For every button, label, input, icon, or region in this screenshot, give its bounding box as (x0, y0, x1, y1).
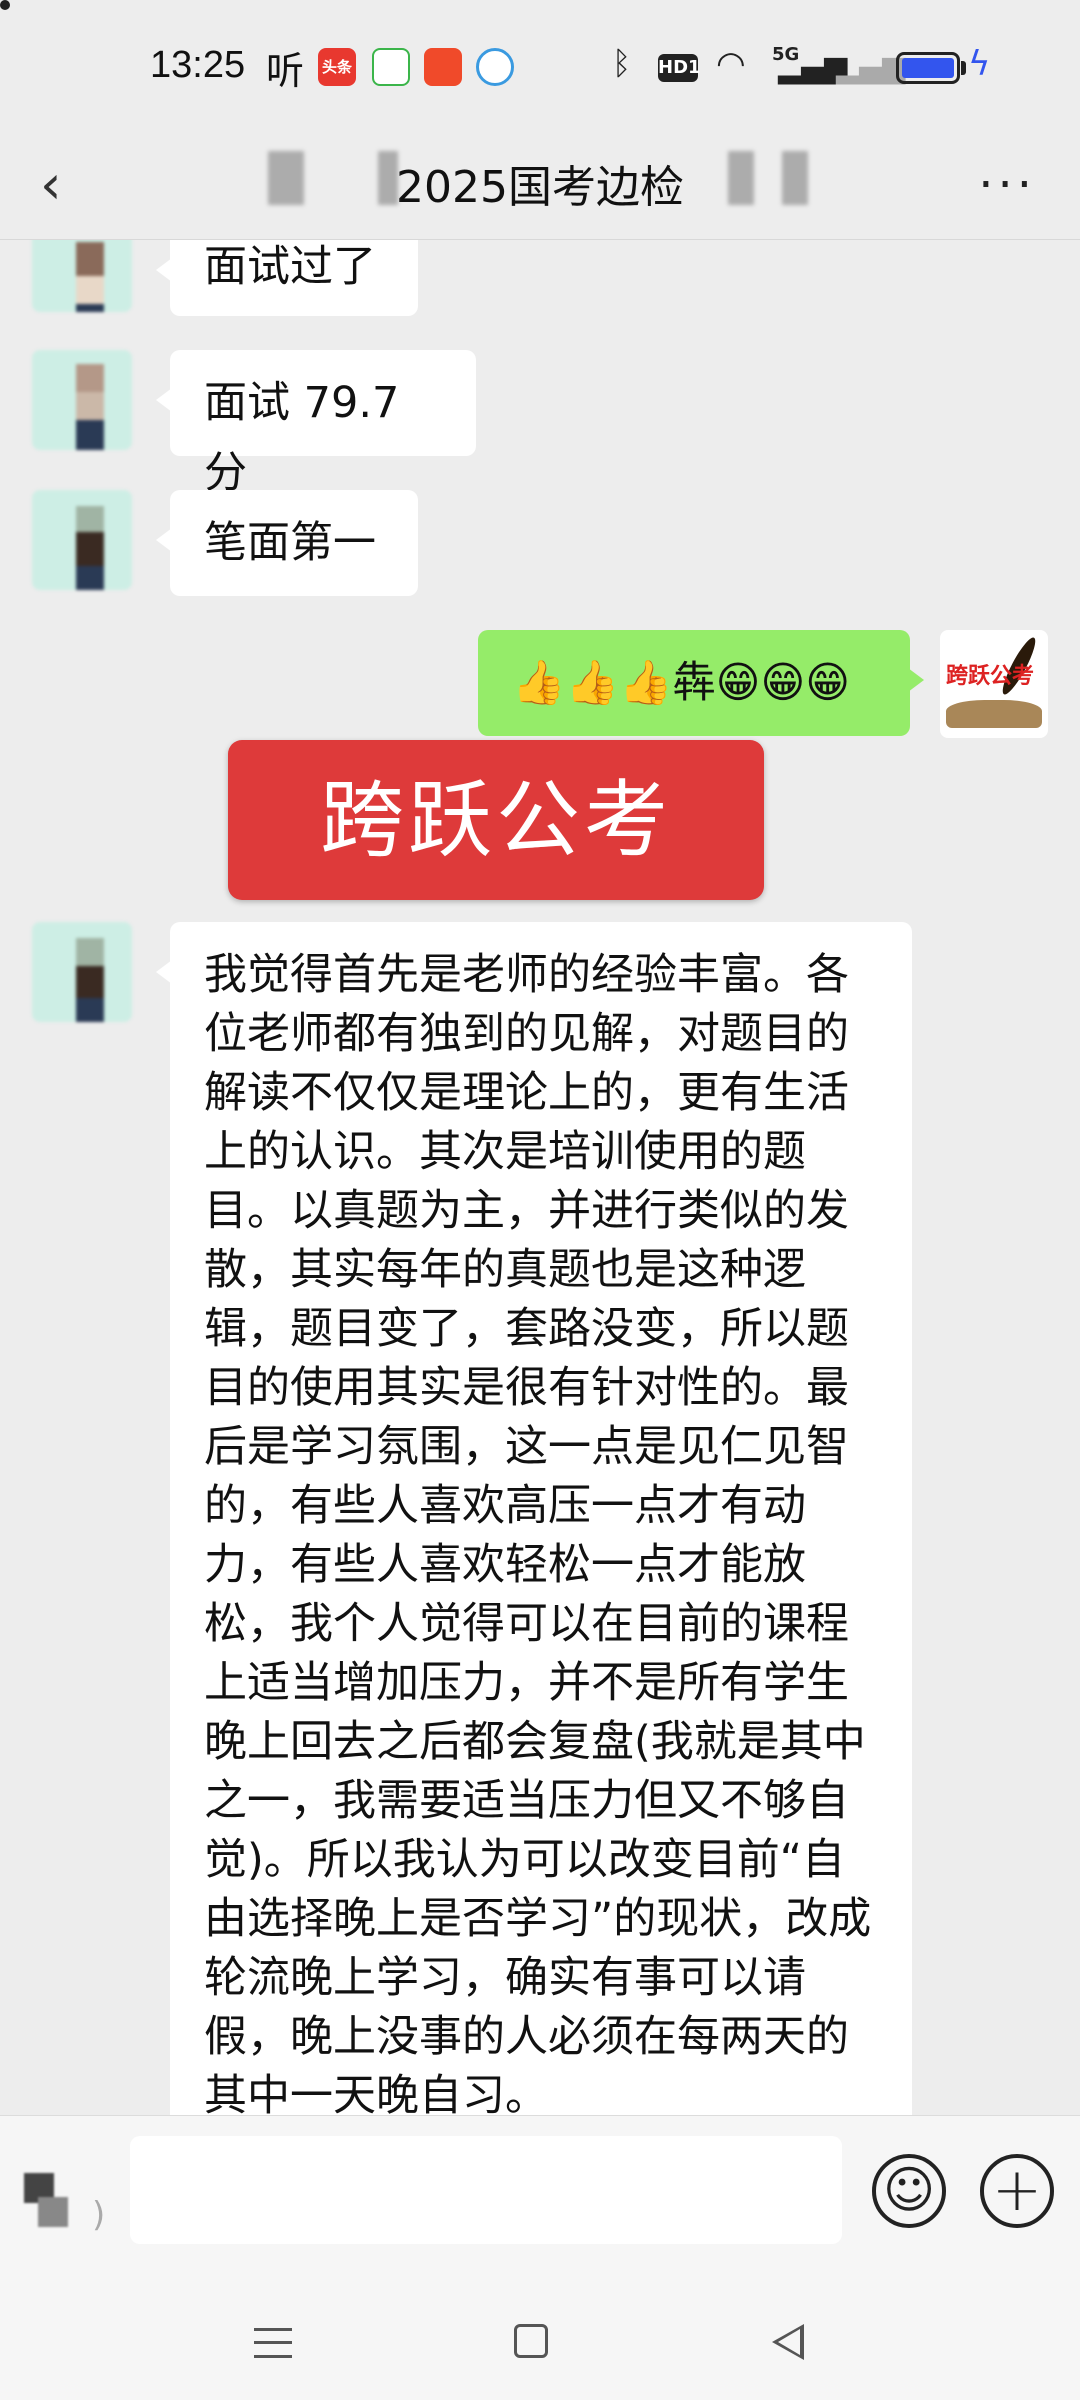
my-message-bubble[interactable]: 👍👍👍犇😁😁😁 (478, 630, 924, 736)
map-app-icon (476, 48, 514, 86)
status-time: 13:25 (150, 44, 246, 86)
emoji-button-icon[interactable]: ☺ (872, 2154, 946, 2228)
chat-header: 2025国考边检 ‹ ··· (0, 135, 1080, 240)
battery-tip (961, 61, 966, 75)
nav-back-icon-inner (778, 2329, 800, 2355)
my-avatar[interactable]: 跨跃公考 (940, 630, 1048, 738)
message-bubble[interactable]: 面试过了 (156, 240, 418, 316)
system-nav-bar (0, 2280, 1080, 2400)
menu-icon[interactable] (254, 2328, 292, 2358)
back-icon[interactable]: ‹ (40, 145, 100, 225)
avatar[interactable] (32, 922, 132, 1022)
hd-icon: HD1 (658, 54, 701, 82)
bluetooth-icon: ᛒ (612, 44, 632, 82)
notification-dot-icon (0, 0, 10, 10)
ting-app-icon: 听 (266, 49, 305, 93)
chat-area[interactable]: 面试过了 面试 79.7 分 笔面第一 👍👍👍犇😁😁😁 跨跃公考 我觉得首先是老… (0, 240, 1080, 2115)
play-app-icon (424, 48, 462, 86)
toutiao-app-icon: 头条 (318, 48, 356, 86)
more-functions-plus-icon[interactable]: + (980, 2154, 1054, 2228)
avatar[interactable] (32, 350, 132, 450)
battery-icon (896, 52, 960, 84)
book-icon (946, 700, 1042, 728)
long-message-bubble[interactable]: 我觉得首先是老师的经验丰富。各位老师都有独到的见解，对题目的解读不仅仅是理论上的… (156, 922, 912, 2115)
title-blur-left (268, 151, 304, 205)
signal-2-icon: ▂▄▆ (836, 50, 906, 85)
brand-banner: 跨跃公考 (228, 740, 764, 900)
message-bubble[interactable]: 面试 79.7 分 (156, 350, 476, 498)
input-bar: ) ☺ + (0, 2115, 1080, 2280)
my-avatar-text: 跨跃公考 (946, 664, 1035, 689)
voice-input-icon[interactable]: ) (24, 2173, 105, 2235)
title-blur-left-2 (378, 151, 398, 205)
video-app-icon (372, 48, 410, 86)
avatar[interactable] (32, 490, 132, 590)
message-bubble[interactable]: 笔面第一 (156, 490, 418, 596)
more-options-icon[interactable]: ··· (978, 155, 1036, 215)
home-icon[interactable] (514, 2324, 548, 2358)
chat-title: 2025国考边检 (396, 162, 684, 213)
avatar[interactable] (32, 240, 132, 312)
title-blur-right-2 (782, 151, 808, 205)
wifi-icon: ◠ (716, 44, 746, 84)
status-bar: 13:25 听 头条 ᛒ HD1 ◠ 5G ▂▄▆ ▂▄▆ ϟ (0, 0, 1080, 135)
message-input[interactable] (130, 2136, 842, 2244)
charging-icon: ϟ (968, 44, 991, 84)
title-blur-right (728, 151, 754, 205)
